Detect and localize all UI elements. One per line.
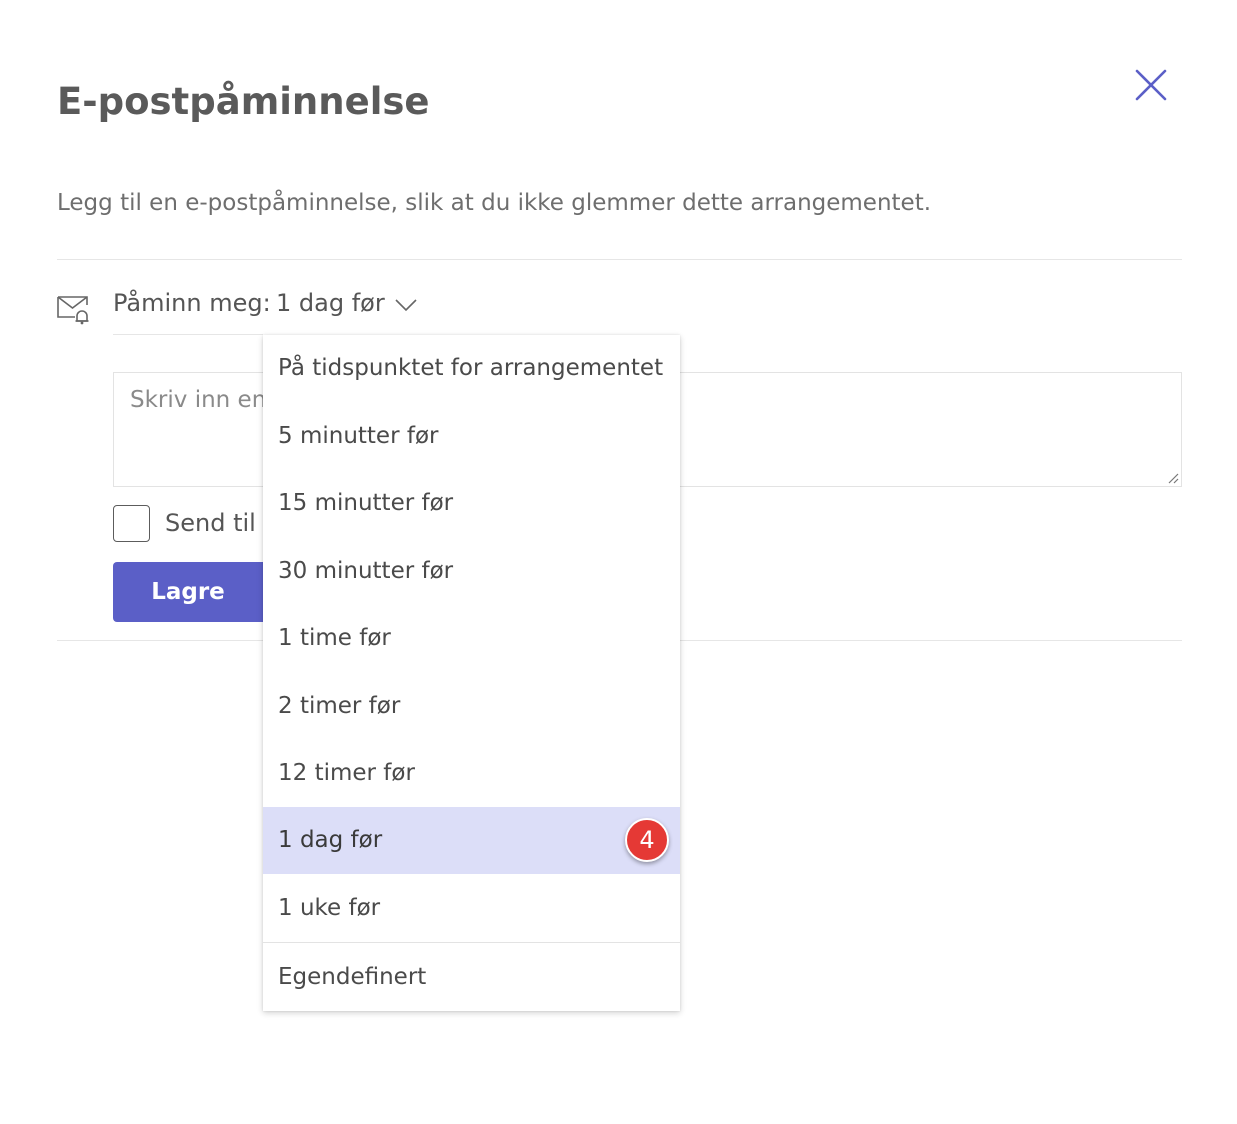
dropdown-option-1-hour[interactable]: 1 time før (263, 605, 680, 672)
dropdown-separator (263, 942, 680, 943)
dropdown-option-15-min[interactable]: 15 minutter før (263, 470, 680, 537)
reminder-time-select[interactable]: 1 dag før (276, 289, 385, 317)
remind-me-label: Påminn meg: (113, 289, 271, 317)
email-reminder-dialog: E-postpåminnelse Legg til en e-postpåmin… (0, 0, 1237, 1124)
dropdown-option-30-min[interactable]: 30 minutter før (263, 538, 680, 605)
dropdown-option-1-week[interactable]: 1 uke før (263, 875, 680, 942)
reminder-time-dropdown: På tidspunktet for arrangementet 5 minut… (263, 335, 680, 1011)
resize-grip-icon[interactable] (1167, 472, 1179, 484)
dropdown-option-custom[interactable]: Egendefinert (263, 944, 680, 1011)
dialog-description: Legg til en e-postpåminnelse, slik at du… (57, 190, 932, 216)
dropdown-option-at-event-time[interactable]: På tidspunktet for arrangementet (263, 335, 680, 402)
annotation-badge: 4 (625, 818, 669, 862)
chevron-down-icon[interactable] (393, 294, 419, 316)
reminder-select-underline (113, 334, 263, 335)
close-icon (1135, 69, 1167, 101)
dialog-title: E-postpåminnelse (57, 80, 430, 123)
message-placeholder: Skriv inn en (130, 387, 267, 413)
dropdown-option-2-hours[interactable]: 2 timer før (263, 673, 680, 740)
dropdown-option-12-hours[interactable]: 12 timer før (263, 740, 680, 807)
dropdown-option-5-min[interactable]: 5 minutter før (263, 403, 680, 470)
dropdown-option-1-day[interactable]: 1 dag før 4 (263, 807, 680, 874)
dropdown-option-label: 1 dag før (278, 827, 383, 853)
close-button[interactable] (1128, 62, 1174, 108)
send-copy-label: Send til (165, 509, 256, 537)
divider (57, 259, 1182, 260)
save-button[interactable]: Lagre (113, 562, 263, 622)
mail-bell-icon (55, 291, 91, 325)
send-copy-checkbox[interactable] (113, 505, 150, 542)
